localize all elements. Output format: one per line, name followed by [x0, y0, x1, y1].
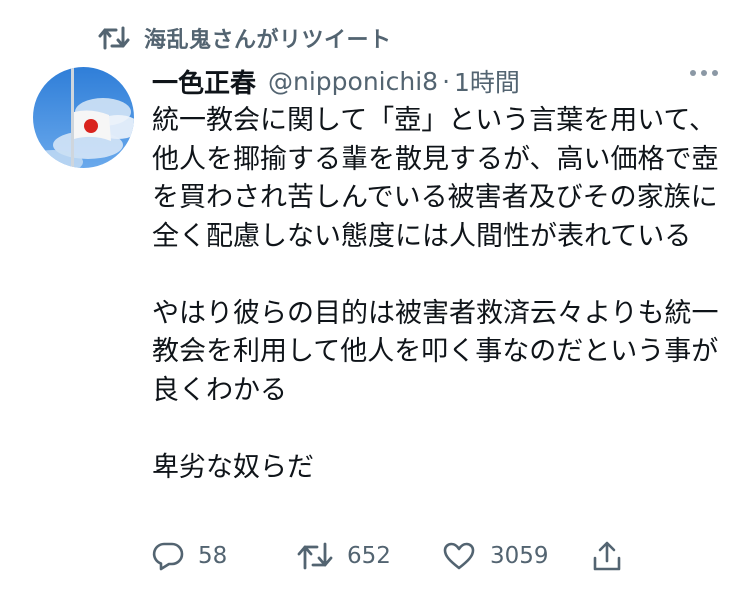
tweet-actions: 58 652 3059 — [152, 536, 632, 576]
retweet-button[interactable]: 652 — [297, 536, 391, 576]
reply-button[interactable]: 58 — [152, 536, 227, 576]
timestamp[interactable]: 1時間 — [454, 63, 520, 99]
reply-icon — [152, 541, 184, 571]
retweet-context[interactable]: 海乱鬼さんがリツイート — [98, 18, 392, 58]
like-count: 3059 — [490, 543, 549, 569]
tweet-text: 統一教会に関して「壺」という言葉を用いて、他人を揶揄する輩を散見するが、高い価格… — [152, 105, 719, 483]
retweet-count: 652 — [347, 543, 391, 569]
tweet-header: 一色正春 @nipponichi8 · 1時間 — [152, 62, 732, 100]
separator-dot: · — [442, 66, 451, 96]
more-dot — [712, 70, 718, 76]
display-name[interactable]: 一色正春 — [152, 63, 256, 100]
user-handle[interactable]: @nipponichi8 — [268, 67, 438, 96]
retweet-label: 海乱鬼さんがリツイート — [144, 28, 392, 53]
retweet-icon — [297, 541, 333, 571]
share-button[interactable] — [592, 536, 622, 576]
more-dot — [701, 70, 707, 76]
share-icon — [592, 540, 622, 572]
more-menu-button[interactable] — [690, 70, 718, 76]
like-button[interactable]: 3059 — [442, 536, 549, 576]
heart-icon — [442, 541, 476, 571]
more-horizontal-icon — [690, 70, 696, 76]
reply-count: 58 — [198, 543, 228, 569]
avatar[interactable] — [33, 67, 134, 168]
retweet-icon — [98, 25, 130, 51]
